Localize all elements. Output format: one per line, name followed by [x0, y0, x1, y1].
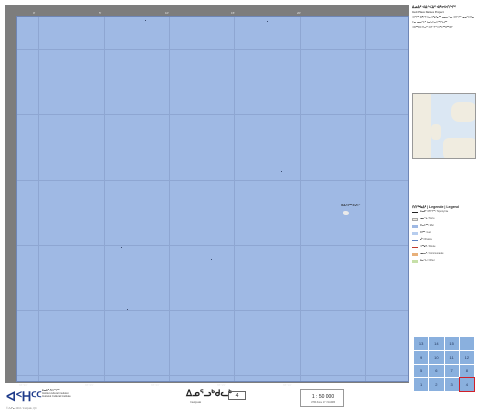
island-label: ᑐᑯᓯᐊᖅ ᑕᓯᐅᑉ: [341, 203, 361, 207]
sounding-dot: [281, 171, 282, 172]
grid-line: [169, 17, 170, 381]
sheet-title: ᐃᓄᕐᓗᒃᑯᓚᒃ: [186, 388, 232, 398]
index-cell[interactable]: 3: [444, 378, 459, 391]
legend-label: ᐃᓚᖓ / Other: [420, 259, 435, 263]
index-cell[interactable]: 2: [429, 378, 444, 391]
top-tick-label: 5': [99, 11, 102, 15]
legend-swatch: [412, 232, 418, 235]
map-footer: ᐊᑉᕼᑦᑦ ᐃᓄᐃᑦ ᐱᐅᓯᖏᑦ Institut culturel inuit…: [0, 386, 410, 414]
legend-label: ᓄᓇᓕᒃ / Communauté: [420, 252, 444, 256]
legend-label: ᐃᓄᐃᑦ ᐊᑎᖏᑦ / Toponymie: [420, 210, 449, 214]
legend-label: ᑕᓯᖅ / Lac: [420, 231, 432, 235]
grid-line: [17, 49, 408, 50]
index-cell[interactable]: 5: [414, 364, 429, 378]
scale-value: 1 : 50 000: [311, 394, 335, 400]
index-cell[interactable]: 8: [459, 364, 474, 378]
index-cell[interactable]: 15: [444, 337, 459, 350]
grid-line: [38, 17, 39, 381]
legend-label: ᐊᖅᑯᑎ / Route: [420, 245, 436, 249]
sounding-dot: [145, 20, 146, 21]
grid-line: [17, 114, 408, 115]
index-cell[interactable]: 14: [429, 337, 444, 350]
sidebar-subtitle: Inuit Place Names Project: [412, 11, 444, 14]
top-tick-label: 20': [297, 11, 301, 15]
location-inset-map[interactable]: [412, 93, 476, 159]
index-cell[interactable]: [459, 337, 474, 350]
grid-line: [17, 310, 408, 311]
index-cell[interactable]: 9: [414, 350, 429, 364]
map-sidebar: ᐃᓄᐃᑦ ᐊᐃᑉᐸᐃᑦ ᐊᑭᓕᐅᑎᖏᑦ Inuit Place Names Pr…: [412, 5, 476, 410]
legend-swatch: [412, 218, 418, 221]
legend-swatch: [412, 225, 418, 228]
top-tick-label: 15': [231, 11, 235, 15]
inset-land: [413, 94, 431, 158]
grid-line: [17, 180, 408, 181]
sidebar-paragraph: ᐊᓯᒻᒥᒃ ᑐᑭᓯᒋᐊᕆᐊᖃᕐᓂᖅ ᓄᓇᓕᖕᓂ ᐊᑎᖏᑦ ᓄᓇᓯᐅᑎᓂ: [412, 16, 475, 19]
legend-label: ᓄᓇᖓ / Terre: [420, 217, 435, 221]
sounding-dot: [267, 21, 268, 22]
top-tick-label: 0': [33, 11, 36, 15]
legend-swatch: [412, 260, 418, 263]
sounding-dot: [211, 259, 212, 260]
sidebar-title: ᐃᓄᐃᑦ ᐊᐃᑉᐸᐃᑦ ᐊᑭᓕᐅᑎᖏᑦ: [412, 5, 456, 9]
legend-swatch: [412, 253, 418, 256]
publisher-logo: ᐊᑉᕼᑦᑦ: [6, 389, 42, 404]
index-cell[interactable]: 6: [429, 364, 444, 378]
grid-line: [104, 17, 105, 381]
copyright-left: © ᐱᔪᒥᓂ 2016 / Inukjuak, QC: [6, 407, 37, 410]
legend-swatch: [412, 240, 418, 241]
inset-land: [451, 102, 475, 122]
sidebar-paragraph: ᐅᓇ ᓄᓇᓯᐅᑦ ᓴᓇᔭᐅᓚᐅᖅᓯᒪᔪᖅ: [412, 21, 448, 24]
inset-land: [443, 138, 475, 158]
sounding-dot: [127, 309, 128, 310]
legend-swatch: [412, 212, 418, 213]
index-cell[interactable]: 1: [414, 378, 429, 391]
grid-line: [365, 17, 366, 381]
grid-line: [234, 17, 235, 381]
inset-land: [431, 124, 441, 140]
index-cell[interactable]: 11: [444, 350, 459, 364]
legend: ᑎᑎᖅᑲᐃᑦ | Legende | Legend ᐃᓄᐃᑦ ᐊᑎᖏᑦ / To…: [412, 205, 476, 327]
index-cell[interactable]: 12: [459, 350, 474, 364]
sheet-index-grid: 13 14 15 9 10 11 12 5 6 7 8 1 2 3 4: [414, 337, 476, 392]
scale-box: 1 : 50 000 UTM Zone 17 / NAD83: [300, 389, 344, 407]
grid-line: [17, 245, 408, 246]
publisher-name: ᐃᓄᐃᑦ ᐱᐅᓯᖏᑦ Institut culturel inuitutut I…: [42, 389, 71, 398]
index-cell[interactable]: 7: [444, 364, 459, 378]
map-frame: ᑐᑯᓯᐊᖅ ᑕᓯᐅᑉ 0' 5' 10' 15' 20' 65°30' 65°2…: [5, 5, 409, 387]
index-cell[interactable]: 10: [429, 350, 444, 364]
legend-label: ᑕᕆᐅᖅ / Mer: [420, 224, 434, 228]
grid-line: [300, 17, 301, 381]
sidebar-paragraph: ᐊᑐᖅᑕᐅᓯᒪᔪᑦ ᐊᑎᖏᑦ ᐅᑭᐅᖅᑕᖅᑐᒥ: [412, 26, 453, 29]
sheet-subtitle: Inukjuak: [190, 400, 202, 404]
sounding-dot: [121, 247, 122, 248]
sheet-number: 4: [228, 391, 246, 400]
grid-line: [17, 375, 408, 376]
top-tick-label: 10': [165, 11, 169, 15]
scale-projection: UTM Zone 17 / NAD83: [310, 401, 336, 404]
legend-swatch: [412, 247, 418, 248]
index-cell-current[interactable]: 4: [458, 377, 476, 392]
island[interactable]: [343, 211, 349, 215]
map-water-area[interactable]: ᑐᑯᓯᐊᖅ ᑕᓯᐅᑉ: [16, 16, 409, 382]
index-cell[interactable]: 13: [414, 337, 429, 350]
legend-label: ᑰᒃ / Rivière: [420, 238, 432, 242]
publisher-name-line: Inuitutut Cultural Institute: [42, 395, 71, 398]
